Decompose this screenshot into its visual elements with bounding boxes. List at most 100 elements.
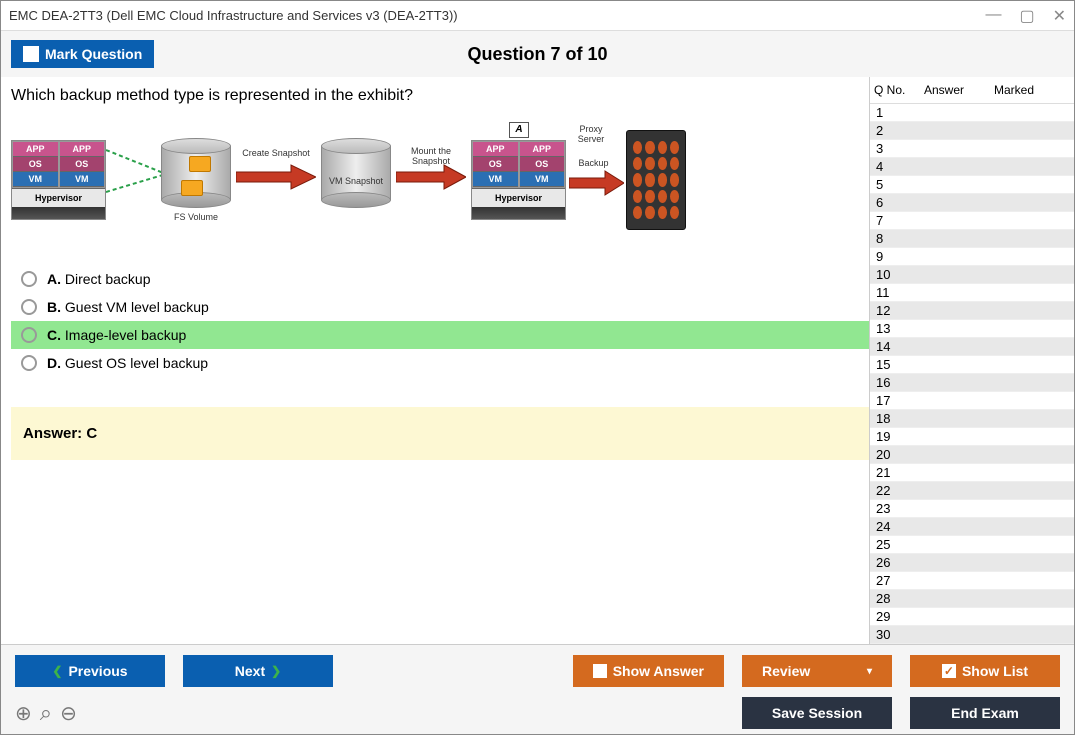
vm-label: VM bbox=[473, 172, 518, 187]
option-row[interactable]: B. Guest VM level backup bbox=[11, 293, 869, 321]
question-list-row[interactable]: 11 bbox=[870, 284, 1074, 302]
save-session-label: Save Session bbox=[772, 705, 862, 721]
question-list-row[interactable]: 14 bbox=[870, 338, 1074, 356]
maximize-icon[interactable]: ▢ bbox=[1019, 6, 1034, 26]
mark-question-button[interactable]: Mark Question bbox=[11, 40, 154, 68]
os-label: OS bbox=[473, 157, 518, 172]
dashed-connector-icon bbox=[106, 144, 166, 204]
question-list-sidebar: Q No. Answer Marked 12345678910111213141… bbox=[869, 77, 1074, 644]
review-label: Review bbox=[762, 663, 810, 679]
option-text: C. Image-level backup bbox=[47, 327, 186, 343]
chevron-left-icon: ❮ bbox=[52, 664, 62, 678]
question-list-row[interactable]: 5 bbox=[870, 176, 1074, 194]
os-label: OS bbox=[13, 157, 58, 172]
backup-appliance-icon bbox=[626, 130, 686, 230]
question-list-row[interactable]: 18 bbox=[870, 410, 1074, 428]
zoom-reset-icon[interactable]: ⌕ bbox=[40, 700, 52, 726]
sidebar-header: Q No. Answer Marked bbox=[870, 77, 1074, 104]
os-label: OS bbox=[60, 157, 105, 172]
os-label: OS bbox=[520, 157, 565, 172]
question-list-row[interactable]: 9 bbox=[870, 248, 1074, 266]
next-button[interactable]: Next ❯ bbox=[183, 655, 333, 687]
sidebar-col-qno: Q No. bbox=[874, 83, 924, 97]
question-list-row[interactable]: 25 bbox=[870, 536, 1074, 554]
mark-question-label: Mark Question bbox=[45, 46, 142, 62]
question-list-row[interactable]: 24 bbox=[870, 518, 1074, 536]
create-snapshot-label: Create Snapshot bbox=[236, 148, 316, 158]
zoom-in-icon[interactable]: ⊕ bbox=[15, 701, 32, 726]
show-list-button[interactable]: ✓ Show List bbox=[910, 655, 1060, 687]
question-list-row[interactable]: 15 bbox=[870, 356, 1074, 374]
vm-label: VM bbox=[13, 172, 58, 187]
question-list-row[interactable]: 19 bbox=[870, 428, 1074, 446]
arrow-icon bbox=[236, 162, 316, 192]
zoom-out-icon[interactable]: ⊖ bbox=[60, 701, 77, 726]
question-text: Which backup method type is represented … bbox=[11, 87, 869, 105]
option-row[interactable]: D. Guest OS level backup bbox=[11, 349, 869, 377]
sidebar-col-marked: Marked bbox=[994, 83, 1070, 97]
end-exam-label: End Exam bbox=[951, 705, 1019, 721]
question-list-row[interactable]: 4 bbox=[870, 158, 1074, 176]
radio-icon bbox=[21, 271, 37, 287]
save-session-button[interactable]: Save Session bbox=[742, 697, 892, 729]
hypervisor-label: Hypervisor bbox=[472, 188, 565, 207]
exhibit-diagram: APP OS VM APP OS VM Hypervisor bbox=[11, 120, 741, 250]
checkbox-checked-icon: ✓ bbox=[942, 664, 956, 678]
next-label: Next bbox=[235, 663, 265, 679]
proxy-server-label: Proxy Server bbox=[571, 124, 611, 144]
answer-box: Answer: C bbox=[11, 407, 869, 460]
vm-label: VM bbox=[520, 172, 565, 187]
app-label: APP bbox=[13, 142, 58, 157]
window-title: EMC DEA-2TT3 (Dell EMC Cloud Infrastruct… bbox=[9, 8, 458, 23]
proxy-a-icon: A bbox=[509, 122, 529, 138]
question-list-row[interactable]: 29 bbox=[870, 608, 1074, 626]
arrow-icon bbox=[396, 162, 466, 192]
vm-snapshot-icon bbox=[321, 138, 391, 208]
header-bar: Mark Question Question 7 of 10 bbox=[1, 31, 1074, 77]
checkbox-icon bbox=[593, 664, 607, 678]
question-list-row[interactable]: 17 bbox=[870, 392, 1074, 410]
question-list-row[interactable]: 23 bbox=[870, 500, 1074, 518]
review-button[interactable]: Review ▾ bbox=[742, 655, 892, 687]
question-list-row[interactable]: 13 bbox=[870, 320, 1074, 338]
vm-snapshot-label: VM Snapshot bbox=[321, 176, 391, 186]
end-exam-button[interactable]: End Exam bbox=[910, 697, 1060, 729]
question-list-row[interactable]: 22 bbox=[870, 482, 1074, 500]
question-list-row[interactable]: 16 bbox=[870, 374, 1074, 392]
option-row[interactable]: C. Image-level backup bbox=[11, 321, 869, 349]
zoom-controls: ⊕ ⌕ ⊖ bbox=[15, 700, 77, 726]
fs-volume-label: FS Volume bbox=[161, 212, 231, 222]
app-window: EMC DEA-2TT3 (Dell EMC Cloud Infrastruct… bbox=[0, 0, 1075, 735]
show-answer-button[interactable]: Show Answer bbox=[573, 655, 724, 687]
close-icon[interactable]: ✕ bbox=[1053, 6, 1066, 26]
app-label: APP bbox=[60, 142, 105, 157]
sidebar-list[interactable]: 1234567891011121314151617181920212223242… bbox=[870, 104, 1074, 644]
question-list-row[interactable]: 1 bbox=[870, 104, 1074, 122]
question-list-row[interactable]: 28 bbox=[870, 590, 1074, 608]
previous-label: Previous bbox=[68, 663, 127, 679]
show-answer-label: Show Answer bbox=[613, 663, 704, 679]
question-list-row[interactable]: 6 bbox=[870, 194, 1074, 212]
question-list-row[interactable]: 7 bbox=[870, 212, 1074, 230]
radio-icon bbox=[21, 355, 37, 371]
question-list-row[interactable]: 26 bbox=[870, 554, 1074, 572]
main-panel: Which backup method type is represented … bbox=[1, 77, 869, 644]
question-list-row[interactable]: 27 bbox=[870, 572, 1074, 590]
content-body: Which backup method type is represented … bbox=[1, 77, 1074, 644]
option-text: D. Guest OS level backup bbox=[47, 355, 208, 371]
question-list-row[interactable]: 30 bbox=[870, 626, 1074, 644]
previous-button[interactable]: ❮ Previous bbox=[15, 655, 165, 687]
question-list-row[interactable]: 20 bbox=[870, 446, 1074, 464]
question-list-row[interactable]: 8 bbox=[870, 230, 1074, 248]
question-list-row[interactable]: 12 bbox=[870, 302, 1074, 320]
minimize-icon[interactable]: — bbox=[985, 6, 1001, 26]
question-list-row[interactable]: 10 bbox=[870, 266, 1074, 284]
options-list: A. Direct backupB. Guest VM level backup… bbox=[11, 265, 869, 377]
option-row[interactable]: A. Direct backup bbox=[11, 265, 869, 293]
arrow-icon bbox=[569, 168, 624, 198]
app-label: APP bbox=[520, 142, 565, 157]
question-list-row[interactable]: 3 bbox=[870, 140, 1074, 158]
question-list-row[interactable]: 2 bbox=[870, 122, 1074, 140]
question-list-row[interactable]: 21 bbox=[870, 464, 1074, 482]
chevron-down-icon: ▾ bbox=[867, 666, 872, 677]
